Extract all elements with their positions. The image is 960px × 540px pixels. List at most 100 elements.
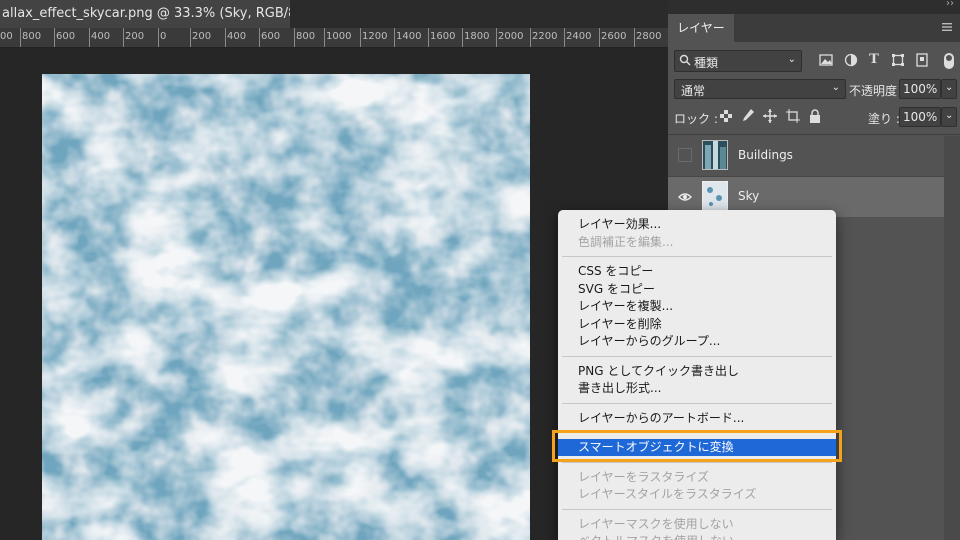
menu-separator — [562, 256, 832, 257]
menu-item[interactable]: レイヤー効果... — [558, 216, 836, 233]
ruler-tick — [294, 28, 295, 47]
ruler-label: 1600 — [430, 31, 456, 42]
panel-divider — [668, 134, 960, 135]
ruler-tick — [462, 28, 463, 47]
menu-item[interactable]: レイヤーを複製... — [558, 298, 836, 315]
menu-separator — [562, 402, 832, 404]
menu-item: 色調補正を編集... — [578, 234, 674, 249]
chevron-down-icon: ⌄ — [787, 54, 796, 65]
layer-filter-select[interactable]: 種類 ⌄ — [674, 50, 802, 72]
menu-item: レイヤースタイルをラスタライズ — [578, 487, 757, 501]
context-menu: レイヤー効果... 色調補正を編集... CSS をコピー SVG をコピー レイヤーを… — [558, 210, 836, 540]
chevron-down-icon: ⌄ — [945, 82, 954, 93]
menu-item: ベクトルマスクを使用しない — [558, 533, 836, 540]
ruler-label: 2600 — [601, 31, 627, 42]
ruler-label: 1000 — [326, 31, 352, 42]
smart-object-filter-icon[interactable] — [914, 53, 930, 69]
ruler-tick — [360, 28, 361, 47]
opacity-value: 100% — [903, 82, 938, 96]
opacity-dropdown-button[interactable]: ⌄ — [941, 79, 957, 99]
menu-item[interactable]: 書き出し形式... — [558, 380, 836, 397]
ruler-tick — [54, 28, 55, 47]
horizontal-ruler[interactable]: 00 800 600 400 200 0 200 400 600 800 1000 1200 1400 1… — [0, 28, 668, 48]
eye-icon[interactable] — [678, 189, 692, 203]
ruler-label: 2400 — [566, 31, 592, 42]
lock-all-icon[interactable] — [807, 109, 823, 125]
menu-separator — [562, 355, 832, 357]
ruler-label: 2200 — [532, 31, 558, 42]
ruler-label: 600 — [261, 31, 281, 42]
ruler-label: 400 — [91, 31, 111, 42]
tab-layers[interactable]: レイヤー — [668, 14, 734, 42]
ruler-tick — [496, 28, 497, 47]
layer-name: Buildings — [738, 148, 793, 162]
ruler-label: 400 — [227, 31, 247, 42]
menu-item: レイヤーマスクを使用しない — [578, 516, 734, 531]
opacity-label: 不透明度 : — [849, 84, 905, 98]
menu-item[interactable]: レイヤーからのアートボード... — [558, 410, 836, 427]
menu-item: レイヤーをラスタライズ — [578, 469, 710, 484]
chevron-down-icon: ⌄ — [945, 110, 954, 121]
lock-image-icon[interactable] — [740, 108, 756, 124]
ruler-label: 600 — [56, 31, 76, 42]
shape-filter-icon[interactable] — [890, 53, 906, 69]
ruler-tick — [158, 28, 159, 47]
layer-filter-value: 種類 — [694, 56, 719, 70]
ruler-tick — [324, 28, 325, 47]
panel-top-bar: ›› — [668, 0, 960, 14]
ruler-tick — [394, 28, 395, 47]
highlight-box — [552, 430, 842, 462]
lock-pixels-icon[interactable] — [718, 110, 734, 126]
fill-label: 塗り : — [868, 112, 900, 126]
menu-item[interactable]: SVG をコピー — [558, 281, 836, 298]
hamburger-icon[interactable] — [942, 21, 952, 35]
ruler-tick — [190, 28, 191, 47]
chevron-down-icon: ⌄ — [831, 82, 840, 93]
ruler-label: 2000 — [498, 31, 524, 42]
lock-artboard-icon[interactable] — [785, 109, 801, 125]
ruler-label: 2800 — [636, 31, 662, 42]
ruler-tick — [564, 28, 565, 47]
fill-dropdown-button[interactable]: ⌄ — [941, 107, 957, 127]
document-tab[interactable]: allax_effect_skycar.png @ 33.3% (Sky, RG… — [0, 0, 312, 28]
opacity-input[interactable]: 100% — [899, 79, 941, 99]
menu-separator — [562, 508, 832, 510]
filter-toggle-switch[interactable] — [944, 53, 954, 69]
tab-bar-empty — [290, 0, 668, 28]
collapse-icon[interactable]: ›› — [946, 0, 954, 9]
ruler-tick — [599, 28, 600, 47]
layer-name: Sky — [738, 189, 760, 203]
menu-item[interactable]: CSS をコピー — [558, 263, 836, 280]
image-filter-icon[interactable] — [818, 53, 834, 69]
layer-thumbnail-buildings — [702, 140, 728, 170]
ruler-label: 1800 — [464, 31, 490, 42]
ruler-label: 1200 — [362, 31, 388, 42]
ruler-label: 0 — [160, 31, 167, 42]
blend-mode-select[interactable]: 通常 ⌄ — [674, 79, 846, 99]
menu-item[interactable]: PNG としてクイック書き出し — [558, 363, 836, 380]
visibility-toggle-off[interactable] — [678, 148, 692, 162]
ruler-tick — [259, 28, 260, 47]
ruler-label: 800 — [22, 31, 42, 42]
search-icon — [679, 54, 691, 69]
lock-position-icon[interactable] — [762, 109, 778, 125]
type-filter-icon[interactable]: T — [866, 52, 882, 68]
panel-tab-strip — [734, 14, 960, 42]
adjustment-filter-icon[interactable] — [843, 53, 859, 69]
ruler-label: 1400 — [396, 31, 422, 42]
layers-scrollbar[interactable] — [944, 136, 960, 540]
layer-row-buildings[interactable]: Buildings — [668, 136, 944, 177]
ruler-label: 200 — [125, 31, 145, 42]
ruler-label: 200 — [192, 31, 212, 42]
menu-item[interactable]: レイヤーを削除 — [558, 316, 836, 333]
ruler-label: 800 — [296, 31, 316, 42]
ruler-tick — [634, 28, 635, 47]
fill-value: 100% — [903, 110, 938, 124]
tab-layers-label: レイヤー — [677, 21, 725, 35]
menu-item[interactable]: レイヤーからのグループ... — [558, 333, 836, 350]
document-tab-title: allax_effect_skycar.png @ 33.3% (Sky, RG… — [2, 6, 313, 21]
fill-input[interactable]: 100% — [899, 107, 941, 127]
sky-clouds-image[interactable] — [42, 74, 530, 540]
layer-thumbnail-sky — [702, 181, 728, 211]
lock-label: ロック : — [674, 112, 718, 126]
